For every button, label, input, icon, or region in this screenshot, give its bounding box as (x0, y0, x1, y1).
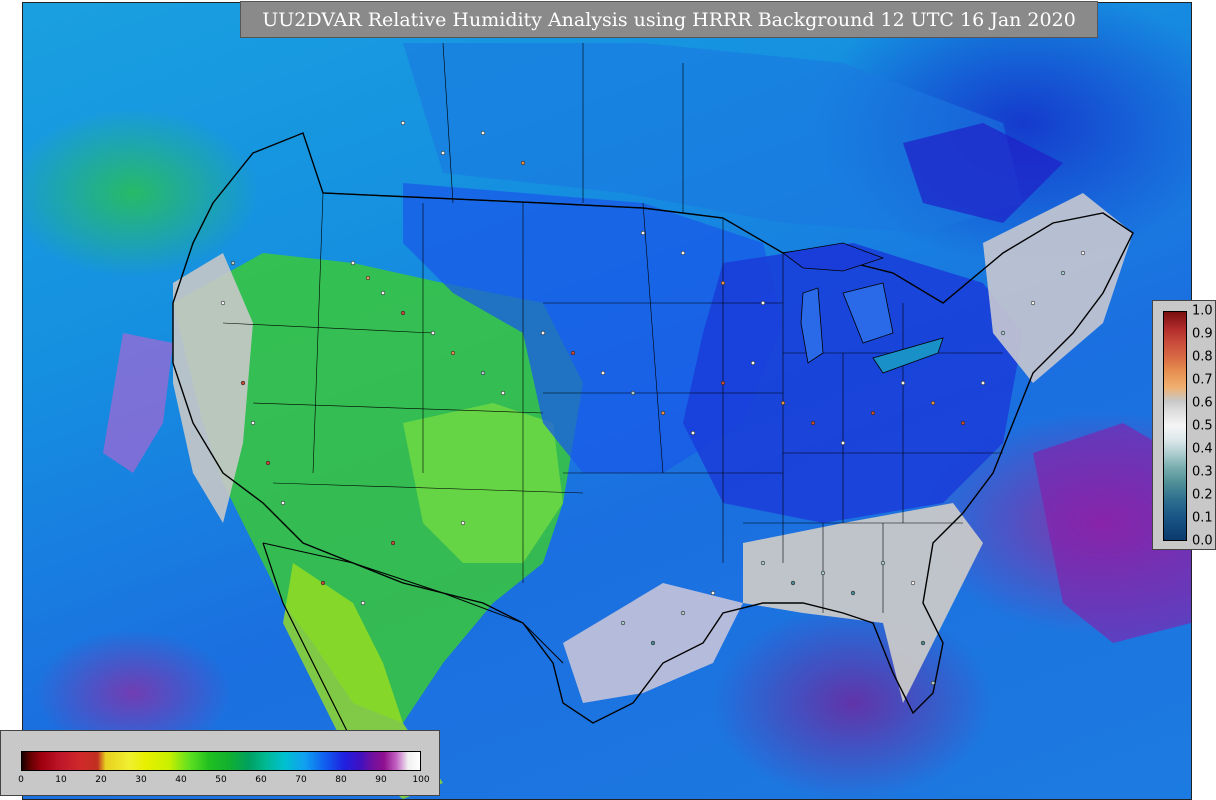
ratio-tick: 0.5 (1192, 418, 1213, 434)
ratio-tick: 0.8 (1192, 349, 1213, 365)
ratio-tick: 0.4 (1192, 441, 1213, 457)
humidity-tick: 80 (335, 775, 347, 785)
ratio-tick: 0.9 (1192, 326, 1213, 342)
humidity-tick: 90 (375, 775, 387, 785)
humidity-colorbar-gradient (21, 751, 421, 771)
humidity-tick: 40 (175, 775, 187, 785)
humidity-tick: 20 (95, 775, 107, 785)
ratio-tick: 0.7 (1192, 372, 1213, 388)
humidity-tick: 10 (55, 775, 67, 785)
ratio-colorbar-gradient (1163, 311, 1187, 541)
humidity-tick: 60 (255, 775, 267, 785)
purple-band-west (103, 333, 173, 473)
east-moist-region (683, 243, 1023, 523)
humidity-tick: 50 (215, 775, 227, 785)
map-title: UU2DVAR Relative Humidity Analysis using… (240, 1, 1098, 38)
ratio-tick: 0.1 (1192, 510, 1213, 526)
ratio-tick: 0.3 (1192, 464, 1213, 480)
ratio-tick: 1.0 (1192, 303, 1213, 319)
map-canvas[interactable] (22, 2, 1192, 800)
humidity-tick: 30 (135, 775, 147, 785)
humidity-tick: 0 (18, 775, 24, 785)
humidity-colorbar: 0 10 20 30 40 50 60 70 80 90 100 (0, 730, 440, 796)
ratio-tick: 0.2 (1192, 487, 1213, 503)
ratio-colorbar: 1.0 0.9 0.8 0.7 0.6 0.5 0.4 0.3 0.2 0.1 … (1152, 300, 1216, 550)
conus-map (103, 42, 1191, 799)
ratio-tick: 0.0 (1192, 533, 1213, 549)
humidity-tick: 100 (412, 775, 430, 785)
humidity-tick: 70 (295, 775, 307, 785)
ratio-tick: 0.6 (1192, 395, 1213, 411)
